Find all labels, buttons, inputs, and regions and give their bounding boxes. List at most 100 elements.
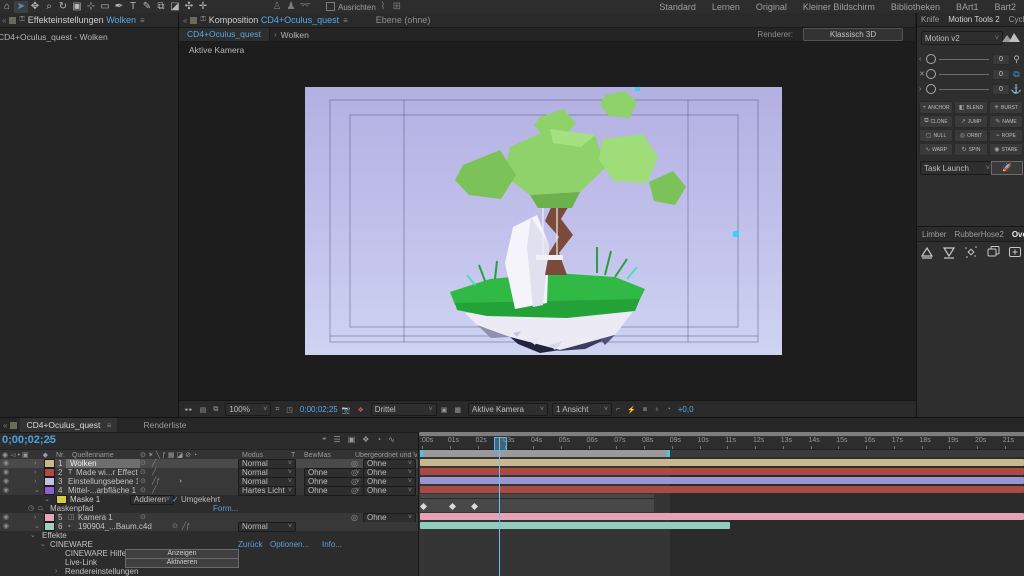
anchor-util-icon[interactable]: ⚲ [1010, 54, 1023, 65]
slider-2-knob[interactable] [926, 69, 936, 79]
camera-tool-icon[interactable]: ▣ [70, 1, 84, 13]
roto-brush-tool-icon[interactable]: ✣ [182, 1, 196, 13]
slider-1-value[interactable]: 0 [992, 53, 1010, 65]
mountains-icon[interactable] [1001, 32, 1021, 43]
selection-tool-icon[interactable]: ➤ [14, 0, 28, 13]
align-checkbox[interactable]: Ausrichten [326, 1, 376, 12]
cineware-options-link[interactable]: Optionen... [270, 540, 309, 549]
mask-name[interactable]: Maske 1 [70, 495, 100, 504]
region-icon[interactable]: ▣ [441, 406, 448, 414]
playhead-line[interactable] [499, 437, 500, 576]
tab-motion-tools[interactable]: Motion Tools 2 [948, 15, 999, 24]
fast-previews-icon[interactable]: ⚡ [627, 406, 636, 414]
livelink-button[interactable]: Aktivieren [125, 557, 239, 568]
character-tool-icon-2[interactable]: ♟ [284, 1, 298, 13]
frame-blend-icon[interactable]: ▣ [348, 435, 356, 444]
panel-collapse-icon[interactable]: « [0, 421, 10, 430]
layer-4-parent-dropdown[interactable]: Ohne ˅ [363, 485, 416, 496]
motion-anchor-button[interactable]: + ANCHOR [919, 101, 953, 114]
motion-warp-button[interactable]: ∿ WARP [919, 143, 953, 156]
mask-inverted-checkbox[interactable]: ✓ Umgekehrt [172, 495, 220, 504]
slider-1-track[interactable] [939, 58, 989, 60]
layer-row-4[interactable]: ◉ ⌄ 4 Mittel-...arbfläche 1 ⊙ ╱ Hartes Li… [0, 485, 418, 496]
snapshot-icon[interactable]: 📷 [342, 406, 351, 414]
layer-5-parent-pip[interactable]: ◎ [351, 513, 358, 522]
layer-handle-right[interactable] [733, 231, 739, 237]
layer-row-6[interactable]: ◉ ⌄ 6 ▪ 190904_...Baum.c4d ⊙ ╱ƒ Normal ˅ [0, 521, 418, 532]
slider-2-track[interactable] [939, 73, 989, 75]
panel-menu-icon[interactable]: ≡ [140, 16, 145, 25]
layer-4-name[interactable]: Mittel-...arbfläche 1 [68, 486, 138, 495]
layer-4-swatch[interactable] [44, 486, 55, 495]
view-layout-dropdown[interactable]: Aktive Kamera ˅ [467, 403, 548, 416]
task-launch-go-button[interactable]: 🚀 [991, 161, 1023, 175]
layer-6-name[interactable]: 190904_...Baum.c4d [78, 522, 168, 531]
motion-jump-button[interactable]: ↗ JUMP [954, 115, 988, 128]
link-util-icon[interactable]: ⧉ [1010, 69, 1023, 80]
push-to-illustrator-icon[interactable] [920, 245, 934, 259]
col-parent[interactable]: Übergeordnet und Verkn... [355, 452, 417, 459]
timeline-h-scrollbar[interactable] [419, 432, 1024, 436]
panel-menu-icon[interactable]: ≡ [343, 16, 348, 25]
layer-bar-6[interactable] [420, 522, 730, 529]
layer-3-swatch[interactable] [44, 477, 55, 486]
view-count-dropdown[interactable]: 1 Ansicht ˅ [551, 403, 612, 416]
shape-tool-icon[interactable]: ▭ [98, 1, 112, 13]
col-trkmat-t[interactable]: T [291, 452, 295, 459]
exposure-value[interactable]: +0,0 [678, 405, 694, 414]
shy-icon[interactable]: ☰ [334, 435, 341, 444]
guides-icon[interactable]: ◳ [286, 406, 293, 414]
tab-knife[interactable]: Knife [921, 15, 939, 24]
magnification-dropdown[interactable]: 100% ˅ [225, 403, 272, 416]
align-checkbox-box[interactable] [326, 1, 335, 11]
workspace-bart2[interactable]: Bart2 [994, 2, 1016, 12]
panel-collapse-icon[interactable]: « [2, 16, 6, 25]
renderer-button[interactable]: Klassisch 3D [803, 28, 903, 41]
mirror-viewer-icon[interactable]: ⧉ [213, 406, 218, 414]
flowchart-icon[interactable]: ♁ [654, 406, 659, 413]
tab-cyclops[interactable]: Cyclops [1009, 15, 1024, 24]
motion-rope-button[interactable]: ⌁ ROPE [989, 129, 1023, 142]
breadcrumb-layer[interactable]: Wolken [281, 30, 309, 40]
motion-burst-button[interactable]: ✳ BURST [989, 101, 1023, 114]
anchor2-util-icon[interactable]: ⚓ [1010, 84, 1023, 95]
mask-mode-dropdown[interactable]: Addieren ˅ [130, 494, 174, 505]
motion-blur-icon[interactable]: ❖ [362, 435, 369, 444]
video-column-icon[interactable]: ◉ [2, 451, 8, 459]
lock-icon[interactable]: ⚿ [200, 16, 205, 24]
puppet-pin-tool-icon[interactable]: ✛ [196, 1, 210, 13]
layer-bar-4[interactable] [420, 486, 1024, 493]
motion-blend-button[interactable]: ◧ BLEND [954, 101, 988, 114]
layer-handle-top[interactable] [635, 87, 640, 91]
slider-3-knob[interactable] [926, 84, 936, 94]
primary-viewer-icon[interactable]: ▤ [200, 406, 207, 414]
effects-group-label[interactable]: Effekte [42, 531, 67, 540]
motion-version-dropdown[interactable]: Motion v2 ˅ [921, 31, 1003, 45]
transparency-grid-icon[interactable]: ▦ [454, 406, 461, 414]
layer-3-parent-pip[interactable]: ◎ [351, 477, 358, 486]
timeline-tab-active[interactable]: CD4+Oculus_quest ≡ [20, 418, 118, 432]
snap-icon[interactable]: ⌖ [322, 434, 327, 444]
slider-3-track[interactable] [939, 88, 989, 90]
mask-row[interactable]: ⌄ Maske 1 Addieren ˅ ✓ Umgekehrt [0, 494, 418, 505]
lock-column-icon[interactable]: ▣ [22, 451, 29, 459]
mask-path-row[interactable]: ◷ ⏢ Maskenpfad Form... [0, 504, 418, 513]
motion-name-button[interactable]: ✎ NAME [989, 115, 1023, 128]
exposure-icon[interactable]: ◔ [667, 406, 671, 413]
layer-1-name[interactable]: Wolken [66, 459, 140, 468]
col-number[interactable]: Nr. [56, 452, 65, 459]
layer-2-swatch[interactable] [44, 468, 55, 477]
composition-tab-label[interactable]: Komposition CD4+Oculus_quest [209, 15, 339, 25]
motion-stare-button[interactable]: ◉ STARE [989, 143, 1023, 156]
breadcrumb-comp-chip[interactable]: CD4+Oculus_quest [179, 28, 270, 41]
layer-1-parent-pip[interactable]: ◎ [351, 459, 358, 468]
col-trkmat[interactable]: BewMas [304, 452, 331, 459]
roi-icon[interactable]: ⌗ [275, 406, 279, 414]
resolution-dropdown[interactable]: Drittel ˅ [370, 403, 437, 416]
layer-row-3[interactable]: ◉ › 3 Einstellungsebene 1 ⊙ ╱ƒ ◑ Normal ˅ O… [0, 476, 418, 487]
pixel-aspect-icon[interactable]: ⌐ [616, 406, 620, 413]
brush-tool-icon[interactable]: ✎ [140, 1, 154, 13]
task-launch-dropdown[interactable]: Task Launch ˅ [920, 161, 994, 175]
sparkle-transfer-icon[interactable] [964, 245, 978, 259]
clone-stamp-tool-icon[interactable]: ⧉ [154, 1, 168, 13]
